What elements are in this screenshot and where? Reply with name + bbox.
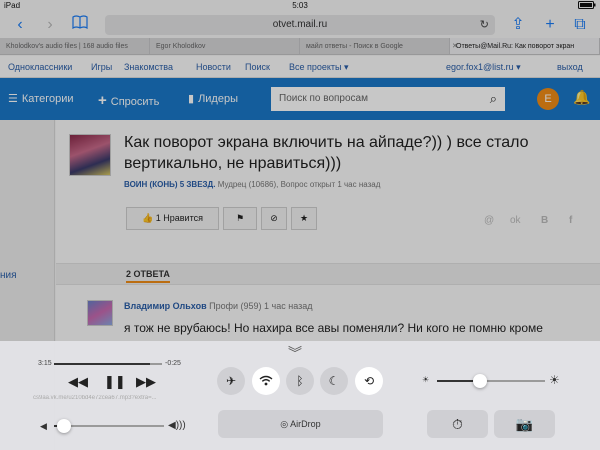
volume-high-icon: ◀))): [168, 420, 186, 431]
ask-button[interactable]: + Спросить: [98, 92, 159, 109]
chevron-down-icon[interactable]: ︾: [288, 343, 302, 363]
sidebar-item-label[interactable]: ния: [0, 270, 17, 281]
avatar[interactable]: E: [537, 88, 559, 110]
tab-egor[interactable]: Egor Kholodkov: [150, 38, 300, 54]
bluetooth-toggle[interactable]: ᛒ: [286, 367, 314, 395]
address-bar[interactable]: otvet.mail.ru ↻: [105, 15, 495, 35]
forward-icon[interactable]: ›: [40, 15, 60, 35]
logout-link[interactable]: выход: [557, 62, 583, 72]
browser-toolbar: ‹ › otvet.mail.ru ↻ ⇪ + ⧉: [0, 12, 600, 38]
answer-text: я тож не врубаюсь! Но нахира все авы пом…: [124, 321, 543, 335]
battery-icon: [578, 1, 596, 11]
question-author-avatar[interactable]: [69, 134, 111, 176]
scrubber-progress: [54, 363, 151, 365]
tab-otvet-active[interactable]: ✕ Ответы@Mail.Ru: Как поворот экран: [450, 38, 600, 54]
fast-forward-icon[interactable]: ▶▶: [136, 374, 156, 390]
timer-button[interactable]: ⏱: [427, 410, 488, 438]
bookmark-button[interactable]: ⚑: [223, 207, 257, 230]
rewind-icon[interactable]: ◀◀: [68, 374, 88, 390]
share-mail-icon[interactable]: @: [484, 215, 494, 226]
track-name: cs9aa.vk.me/u210bd4e72cea67.mp3?extra=..…: [33, 395, 157, 401]
share-ok-icon[interactable]: ok: [510, 215, 521, 226]
share-fb-icon[interactable]: f: [569, 215, 572, 226]
url-text: otvet.mail.ru: [272, 19, 328, 30]
brightness-slider[interactable]: [437, 374, 545, 388]
pause-icon[interactable]: ❚❚: [104, 374, 126, 390]
leaders-button[interactable]: ▮ Лидеры: [188, 92, 238, 105]
bluetooth-icon: ᛒ: [296, 374, 304, 388]
report-button[interactable]: ⊘: [261, 207, 287, 230]
reload-icon[interactable]: ↻: [480, 15, 489, 35]
wifi-toggle[interactable]: [252, 367, 280, 395]
bell-icon[interactable]: 🔔: [573, 89, 590, 106]
bar-chart-icon: ▮: [188, 93, 195, 105]
airdrop-icon: ◎: [280, 419, 289, 429]
question-author[interactable]: ВОИН (КОНЬ) 5 ЗВЕЗД.: [124, 180, 215, 189]
airplane-icon: ✈: [225, 374, 237, 388]
portal-nav: Одноклассники Игры Знакомства Новости По…: [0, 56, 600, 78]
do-not-disturb-toggle[interactable]: ☾: [320, 367, 348, 395]
question-title: Как поворот экрана включить на айпаде?))…: [124, 134, 529, 172]
brightness-low-icon: ☀: [422, 375, 430, 384]
status-bar: iPad 5:03: [0, 0, 600, 12]
answers-header: 2 ОТВЕТА: [56, 263, 600, 285]
portal-link-games[interactable]: Игры: [91, 62, 112, 72]
volume-low-icon: ◀: [40, 421, 47, 431]
new-tab-icon[interactable]: +: [540, 15, 560, 35]
airdrop-button[interactable]: ◎ AirDrop: [218, 410, 383, 438]
answers-count-tab[interactable]: 2 ОТВЕТА: [126, 269, 170, 283]
portal-link-news[interactable]: Новости: [196, 62, 231, 72]
tabs-overview-icon[interactable]: ⧉: [570, 15, 590, 35]
favorite-button[interactable]: ★: [291, 207, 317, 230]
question-meta: ВОИН (КОНЬ) 5 ЗВЕЗД. Мудрец (10686), Воп…: [124, 180, 381, 189]
elapsed-time: 3:15: [38, 360, 52, 367]
brightness-high-icon: ☀: [549, 373, 560, 387]
star-icon: ★: [299, 213, 309, 223]
moon-icon: ☾: [328, 374, 340, 388]
clock: 5:03: [292, 1, 308, 10]
answer-author-avatar[interactable]: [87, 300, 113, 326]
portal-link-dating[interactable]: Знакомства: [124, 62, 173, 72]
search-icon[interactable]: ⌕: [490, 87, 497, 111]
plus-icon: +: [98, 92, 107, 109]
user-menu[interactable]: egor.fox1@list.ru ▾: [446, 62, 521, 73]
answer-meta: Владимир Ольхов Профи (959) 1 час назад: [124, 301, 313, 311]
bookmarks-icon[interactable]: [70, 15, 90, 35]
rotation-lock-icon: ⟲: [363, 374, 375, 388]
volume-slider[interactable]: [54, 419, 164, 433]
flag-icon: ⚑: [235, 213, 245, 223]
remaining-time: -0:25: [165, 360, 181, 367]
volume-knob[interactable]: [56, 419, 71, 433]
camera-button[interactable]: 📷: [494, 410, 555, 438]
answer-author[interactable]: Владимир Ольхов: [124, 301, 207, 311]
control-center: ︾ 3:15 -0:25 ◀◀ ❚❚ ▶▶ cs9aa.vk.me/u210bd…: [0, 341, 600, 450]
list-icon: ☰: [8, 93, 18, 105]
thumbs-up-icon: 👍: [142, 213, 154, 223]
search-input[interactable]: Поиск по вопросам ⌕: [271, 87, 505, 111]
share-vk-icon[interactable]: B: [541, 215, 548, 226]
tab-strip: Kholodkov's audio files | 168 audio file…: [0, 38, 600, 55]
portal-link-ok[interactable]: Одноклассники: [8, 62, 72, 72]
brightness-knob[interactable]: [473, 374, 488, 388]
site-header: ☰ Категории + Спросить ▮ Лидеры Поиск по во…: [0, 78, 600, 120]
block-icon: ⊘: [270, 213, 278, 223]
timer-icon: ⏱: [452, 416, 463, 432]
wifi-icon: [259, 375, 273, 389]
tab-audio-files[interactable]: Kholodkov's audio files | 168 audio file…: [0, 38, 150, 54]
share-icon[interactable]: ⇪: [508, 15, 528, 35]
back-icon[interactable]: ‹: [10, 15, 30, 35]
rotation-lock-toggle[interactable]: ⟲: [355, 367, 383, 395]
portal-link-all-projects[interactable]: Все проекты ▾: [289, 62, 349, 73]
camera-icon: 📷: [515, 416, 534, 432]
portal-link-search[interactable]: Поиск: [245, 62, 270, 72]
like-button[interactable]: 👍 1 Нравится: [126, 207, 219, 230]
playback-scrubber[interactable]: [54, 363, 162, 365]
close-tab-icon[interactable]: ✕: [452, 38, 458, 54]
tab-google-search[interactable]: майл ответы - Поиск в Google: [300, 38, 450, 54]
airplane-mode-toggle[interactable]: ✈: [217, 367, 245, 395]
categories-button[interactable]: ☰ Категории: [8, 92, 74, 105]
